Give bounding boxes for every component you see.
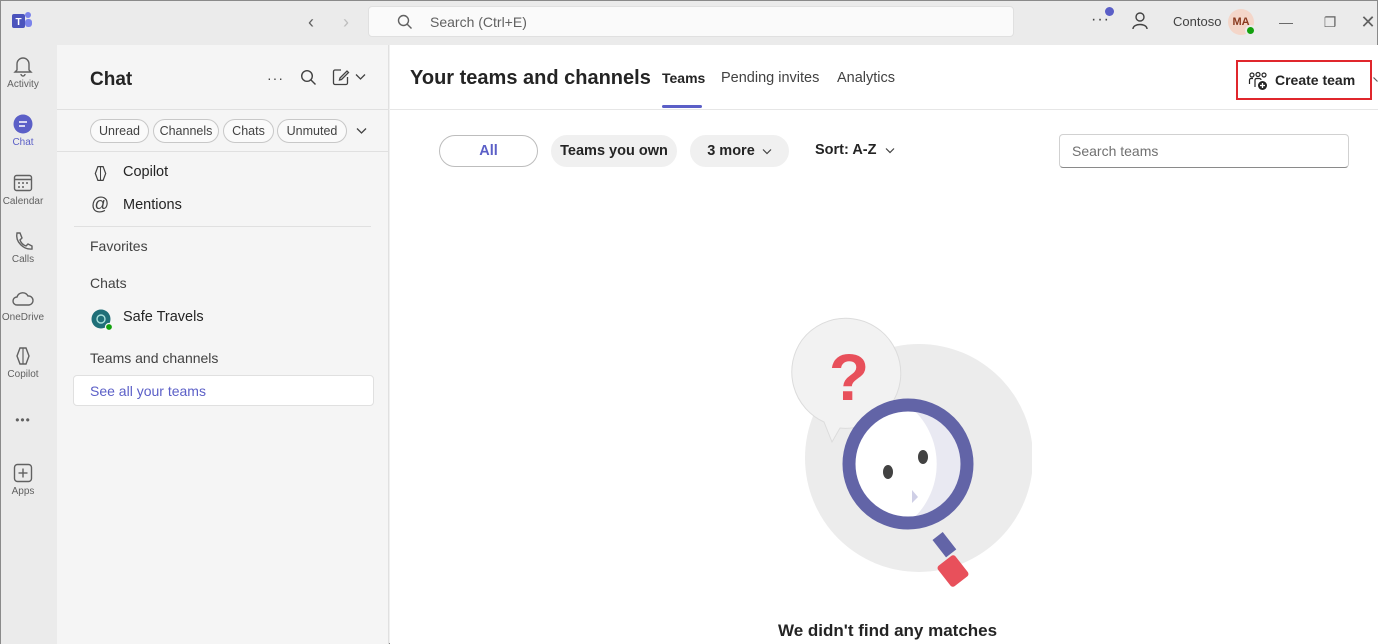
question-mark: ? xyxy=(829,340,869,414)
rail-item-copilot[interactable]: Copilot xyxy=(1,345,45,380)
search-teams-input[interactable]: Search teams xyxy=(1059,134,1349,168)
user-avatar[interactable]: MA xyxy=(1228,9,1256,36)
filter-chip-unmuted[interactable]: Unmuted xyxy=(277,119,347,143)
copilot-icon xyxy=(16,347,30,365)
pane-title: Chat xyxy=(90,69,133,90)
divider xyxy=(57,151,388,152)
create-team-label: Create team xyxy=(1275,72,1356,88)
chevron-down-icon[interactable] xyxy=(355,73,366,81)
more-options-icon[interactable]: ··· xyxy=(267,70,284,86)
bell-icon xyxy=(13,57,33,77)
rail-item-activity[interactable]: Activity xyxy=(1,55,45,90)
search-teams-placeholder: Search teams xyxy=(1072,143,1159,159)
filter-more-label: 3 more xyxy=(707,143,755,159)
at-icon: @ xyxy=(91,194,110,214)
create-team-button[interactable]: Create team xyxy=(1236,60,1372,100)
chevron-down-icon xyxy=(885,148,894,154)
main-header: Your teams and channels Teams Pending in… xyxy=(390,45,1378,110)
svg-text:T: T xyxy=(15,17,21,28)
chat-item-label: Safe Travels xyxy=(123,309,204,325)
chevron-down-icon[interactable] xyxy=(356,127,367,135)
rail-more-icon[interactable]: ••• xyxy=(1,413,45,427)
filter-more-dropdown[interactable]: 3 more xyxy=(690,135,789,167)
no-results-illustration: ? xyxy=(791,317,1032,587)
page-title: Your teams and channels xyxy=(410,67,651,89)
calendar-icon xyxy=(13,174,33,192)
forward-arrow-icon[interactable]: › xyxy=(334,11,358,33)
filter-chip-unread[interactable]: Unread xyxy=(90,119,149,143)
divider xyxy=(57,109,388,110)
rail-label: Chat xyxy=(12,137,34,148)
see-all-teams-link[interactable]: See all your teams xyxy=(73,375,374,406)
rail-label: Apps xyxy=(11,486,35,497)
close-icon[interactable]: ✕ xyxy=(1358,12,1378,32)
rail-label: Calendar xyxy=(2,196,44,207)
copilot-icon xyxy=(94,165,107,182)
rail-label: Activity xyxy=(7,79,39,90)
main-content: Your teams and channels Teams Pending in… xyxy=(390,45,1378,644)
see-all-label: See all your teams xyxy=(90,383,206,399)
rail-label: OneDrive xyxy=(1,312,45,323)
rail-label: Calls xyxy=(11,254,35,265)
filter-all-button[interactable]: All xyxy=(439,135,538,167)
active-tab-indicator xyxy=(662,105,702,108)
restore-icon[interactable]: ❐ xyxy=(1320,12,1340,32)
empty-state-message: We didn't find any matches xyxy=(778,621,998,640)
filter-teams-you-own-button[interactable]: Teams you own xyxy=(551,135,677,167)
minimize-icon[interactable]: — xyxy=(1276,12,1296,32)
section-favorites[interactable]: Favorites xyxy=(90,238,148,254)
divider xyxy=(74,226,371,227)
search-placeholder: Search (Ctrl+E) xyxy=(430,14,527,30)
search-icon[interactable] xyxy=(300,69,317,86)
chat-item-label: Mentions xyxy=(123,197,182,213)
sort-dropdown[interactable]: Sort: A-Z xyxy=(815,142,895,158)
teams-logo-icon[interactable]: T xyxy=(11,10,33,32)
rail-item-apps[interactable]: Apps xyxy=(1,462,45,497)
section-teams-and-channels[interactable]: Teams and channels xyxy=(90,350,218,366)
chevron-down-icon xyxy=(762,149,772,155)
title-bar: T ‹ › Search (Ctrl+E) ··· Contoso MA — ❐… xyxy=(1,1,1377,45)
group-avatar-icon xyxy=(91,309,113,331)
rail-label: Copilot xyxy=(7,369,39,380)
rail-item-calendar[interactable]: Calendar xyxy=(1,172,45,207)
rail-item-onedrive[interactable]: OneDrive xyxy=(1,288,45,323)
back-arrow-icon[interactable]: ‹ xyxy=(299,11,323,33)
filter-chip-channels[interactable]: Channels xyxy=(153,119,219,143)
tab-teams[interactable]: Teams xyxy=(662,70,705,86)
add-app-icon xyxy=(13,463,33,483)
phone-icon xyxy=(16,232,33,250)
org-name[interactable]: Contoso xyxy=(1173,14,1221,29)
tab-analytics[interactable]: Analytics xyxy=(837,70,895,86)
tab-pending-invites[interactable]: Pending invites xyxy=(721,70,819,86)
chat-item-label: Copilot xyxy=(123,164,169,180)
global-search-input[interactable]: Search (Ctrl+E) xyxy=(368,6,1014,37)
notification-dot xyxy=(1105,7,1114,16)
search-icon xyxy=(397,14,412,29)
chevron-down-icon[interactable] xyxy=(1373,76,1378,84)
filter-chip-chats[interactable]: Chats xyxy=(223,119,274,143)
chat-icon xyxy=(13,114,33,134)
chat-list-pane: Chat ··· Unread Channels Chats Unmuted C… xyxy=(57,45,389,644)
new-chat-icon[interactable] xyxy=(332,68,350,86)
rail-item-chat[interactable]: Chat xyxy=(1,113,45,148)
cloud-icon xyxy=(12,292,34,306)
sort-label: Sort: A-Z xyxy=(815,142,877,158)
rail-item-calls[interactable]: Calls xyxy=(1,230,45,265)
section-chats[interactable]: Chats xyxy=(90,275,127,291)
app-rail: Activity Chat Calendar Calls OneDrive Co… xyxy=(1,45,57,644)
presence-available-icon xyxy=(1245,25,1256,36)
create-team-icon xyxy=(1248,71,1267,90)
people-settings-icon[interactable] xyxy=(1131,11,1151,31)
